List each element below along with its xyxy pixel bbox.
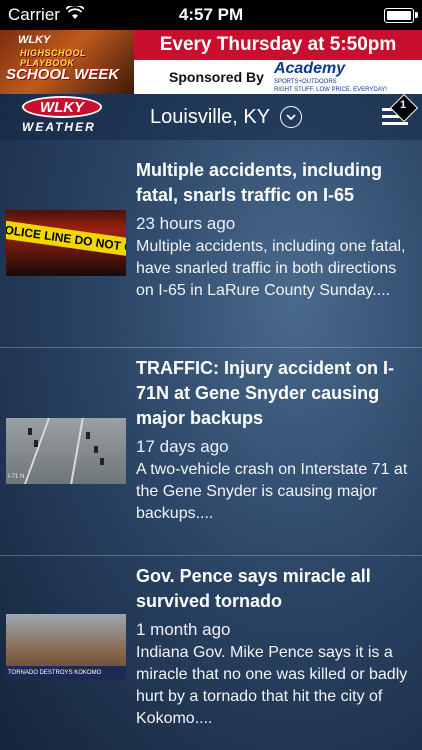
status-bar: Carrier 4:57 PM [0, 0, 422, 30]
carrier-label: Carrier [8, 5, 60, 24]
news-list-item[interactable]: POLICE LINE DO NOT CROSS Multiple accide… [0, 140, 422, 347]
police-tape-text: POLICE LINE DO NOT CROSS [6, 219, 126, 259]
wlky-weather-logo: WLKY WEATHER [0, 94, 110, 140]
ad-school-week-text: SCHOOL WEEK [6, 66, 120, 83]
academy-brand-sub: SPORTS+OUTDOORS [273, 79, 337, 85]
academy-tagline: RIGHT STUFF. LOW PRICE. EVERYDAY! [273, 87, 387, 93]
article-title: Gov. Pence says miracle all survived tor… [136, 566, 371, 611]
ad-playbook-text: HIGHSCHOOL PLAYBOOK [20, 48, 86, 68]
article-summary: Multiple accidents, including one fatal,… [136, 238, 406, 299]
news-ticker: TORNADO DESTROYS KOKOMO [6, 666, 126, 680]
location-selector[interactable]: Louisville, KY [150, 105, 303, 129]
article-timestamp: 17 days ago [136, 437, 229, 456]
ad-banner[interactable]: WLKY HIGHSCHOOL PLAYBOOK SCHOOL WEEK Eve… [0, 30, 422, 94]
article-thumbnail: POLICE LINE DO NOT CROSS [6, 210, 126, 276]
article-title: TRAFFIC: Injury accident on I-71N at Gen… [136, 358, 395, 428]
article-title: Multiple accidents, including fatal, sna… [136, 160, 383, 205]
ad-wlky-text: WLKY [18, 34, 51, 46]
news-list-item[interactable]: I-71 N TRAFFIC: Injury accident on I-71N… [0, 348, 422, 555]
article-timestamp: 23 hours ago [136, 214, 236, 233]
ad-headline: Every Thursday at 5:50pm [134, 30, 422, 60]
news-list-item[interactable]: TORNADO DESTROYS KOKOMO Gov. Pence says … [0, 556, 422, 750]
weather-logo-text: WEATHER [22, 120, 96, 134]
location-label: Louisville, KY [150, 105, 271, 128]
academy-brand-name: Academy [273, 60, 346, 77]
hamburger-menu-icon[interactable]: 1 [382, 93, 419, 128]
ad-playbook-image: WLKY HIGHSCHOOL PLAYBOOK SCHOOL WEEK [0, 30, 134, 94]
notification-count: 1 [399, 99, 407, 111]
wlky-logo-text: WLKY [22, 96, 102, 118]
article-thumbnail: TORNADO DESTROYS KOKOMO [6, 614, 126, 680]
article-timestamp: 1 month ago [136, 620, 231, 639]
article-summary: A two-vehicle crash on Interstate 71 at … [136, 461, 408, 522]
chevron-down-icon [280, 106, 303, 128]
battery-icon [384, 7, 418, 23]
academy-logo: Academy SPORTS+OUTDOORS RIGHT STUFF. LOW… [273, 60, 387, 94]
article-summary: Indiana Gov. Mike Pence says it is a mir… [136, 644, 408, 727]
app-header: WLKY WEATHER Louisville, KY 1 [0, 93, 422, 140]
wifi-icon [65, 4, 85, 25]
camera-label: I-71 N [8, 474, 25, 480]
article-thumbnail: I-71 N [6, 418, 126, 484]
ad-sponsored-by: Sponsored By [169, 69, 264, 85]
